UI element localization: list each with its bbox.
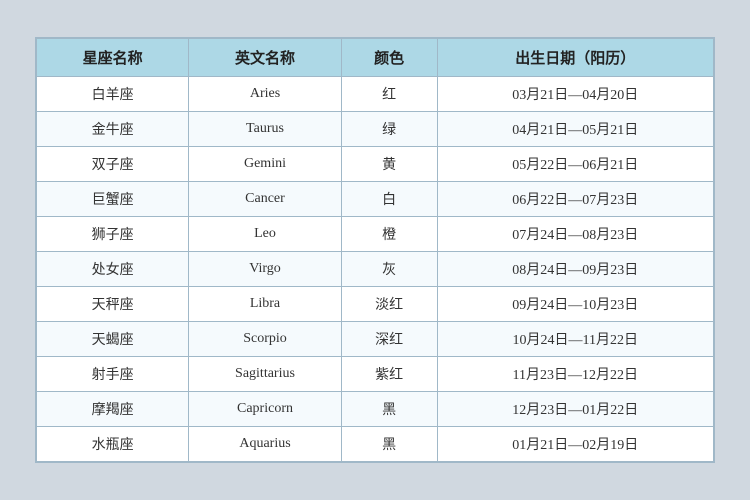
table-cell: 红 — [341, 77, 437, 112]
table-header-cell: 颜色 — [341, 39, 437, 77]
table-cell: 白羊座 — [37, 77, 189, 112]
table-cell: 09月24日—10月23日 — [437, 287, 713, 322]
table-cell: 10月24日—11月22日 — [437, 322, 713, 357]
table-row: 巨蟹座Cancer白06月22日—07月23日 — [37, 182, 714, 217]
table-cell: 双子座 — [37, 147, 189, 182]
table-cell: Scorpio — [189, 322, 341, 357]
table-cell: 白 — [341, 182, 437, 217]
table-cell: 狮子座 — [37, 217, 189, 252]
table-cell: Sagittarius — [189, 357, 341, 392]
table-cell: Capricorn — [189, 392, 341, 427]
table-row: 摩羯座Capricorn黑12月23日—01月22日 — [37, 392, 714, 427]
table-cell: Virgo — [189, 252, 341, 287]
table-cell: 03月21日—04月20日 — [437, 77, 713, 112]
table-cell: 金牛座 — [37, 112, 189, 147]
table-cell: 天蝎座 — [37, 322, 189, 357]
table-row: 处女座Virgo灰08月24日—09月23日 — [37, 252, 714, 287]
table-cell: 绿 — [341, 112, 437, 147]
table-cell: 黄 — [341, 147, 437, 182]
table-cell: 05月22日—06月21日 — [437, 147, 713, 182]
table-row: 双子座Gemini黄05月22日—06月21日 — [37, 147, 714, 182]
table-body: 白羊座Aries红03月21日—04月20日金牛座Taurus绿04月21日—0… — [37, 77, 714, 462]
table-cell: Libra — [189, 287, 341, 322]
table-row: 白羊座Aries红03月21日—04月20日 — [37, 77, 714, 112]
table-cell: 灰 — [341, 252, 437, 287]
table-cell: 07月24日—08月23日 — [437, 217, 713, 252]
table-row: 金牛座Taurus绿04月21日—05月21日 — [37, 112, 714, 147]
table-cell: 摩羯座 — [37, 392, 189, 427]
table-cell: Leo — [189, 217, 341, 252]
table-header-cell: 英文名称 — [189, 39, 341, 77]
table-row: 狮子座Leo橙07月24日—08月23日 — [37, 217, 714, 252]
table-row: 天秤座Libra淡红09月24日—10月23日 — [37, 287, 714, 322]
zodiac-table-container: 星座名称英文名称颜色出生日期（阳历） 白羊座Aries红03月21日—04月20… — [35, 37, 715, 463]
table-cell: 黑 — [341, 427, 437, 462]
table-cell: 12月23日—01月22日 — [437, 392, 713, 427]
table-cell: 深红 — [341, 322, 437, 357]
table-cell: 06月22日—07月23日 — [437, 182, 713, 217]
table-cell: Gemini — [189, 147, 341, 182]
table-cell: 橙 — [341, 217, 437, 252]
table-cell: 11月23日—12月22日 — [437, 357, 713, 392]
table-cell: 黑 — [341, 392, 437, 427]
table-cell: 天秤座 — [37, 287, 189, 322]
table-cell: 01月21日—02月19日 — [437, 427, 713, 462]
table-header-cell: 出生日期（阳历） — [437, 39, 713, 77]
table-header-row: 星座名称英文名称颜色出生日期（阳历） — [37, 39, 714, 77]
table-cell: Aquarius — [189, 427, 341, 462]
table-cell: 巨蟹座 — [37, 182, 189, 217]
table-cell: Taurus — [189, 112, 341, 147]
table-cell: 04月21日—05月21日 — [437, 112, 713, 147]
table-header-cell: 星座名称 — [37, 39, 189, 77]
table-cell: Aries — [189, 77, 341, 112]
table-row: 天蝎座Scorpio深红10月24日—11月22日 — [37, 322, 714, 357]
table-cell: 08月24日—09月23日 — [437, 252, 713, 287]
zodiac-table: 星座名称英文名称颜色出生日期（阳历） 白羊座Aries红03月21日—04月20… — [36, 38, 714, 462]
table-row: 水瓶座Aquarius黑01月21日—02月19日 — [37, 427, 714, 462]
table-cell: 水瓶座 — [37, 427, 189, 462]
table-cell: 紫红 — [341, 357, 437, 392]
table-cell: 射手座 — [37, 357, 189, 392]
table-cell: 处女座 — [37, 252, 189, 287]
table-cell: 淡红 — [341, 287, 437, 322]
table-cell: Cancer — [189, 182, 341, 217]
table-row: 射手座Sagittarius紫红11月23日—12月22日 — [37, 357, 714, 392]
